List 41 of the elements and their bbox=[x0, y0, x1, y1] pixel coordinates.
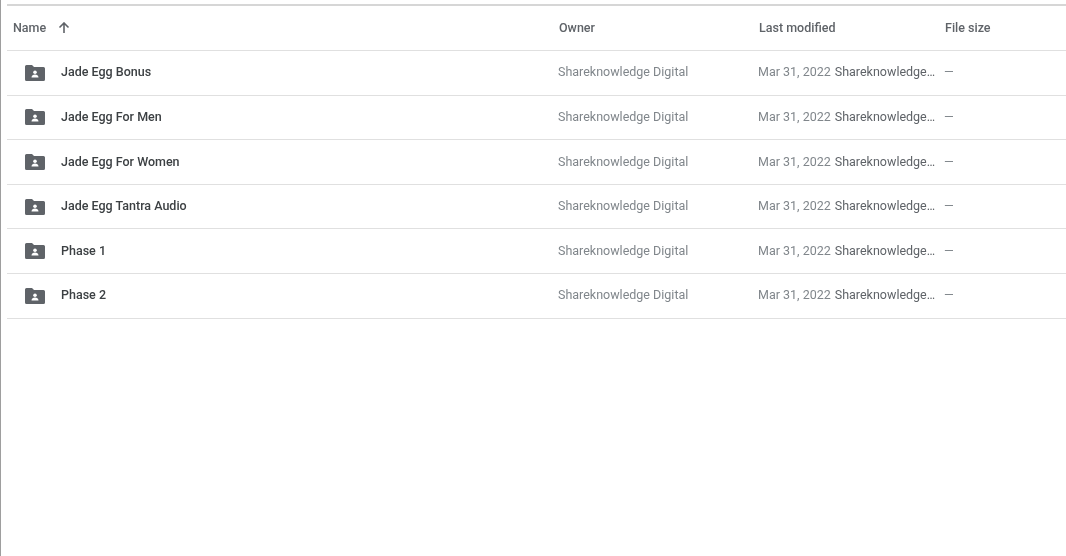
modified-by: Shareknowledge… bbox=[834, 241, 936, 260]
modified-date: Mar 31, 2022 bbox=[758, 241, 831, 260]
owner-name: Shareknowledge Digital bbox=[558, 287, 689, 303]
shared-folder-icon bbox=[25, 154, 45, 170]
column-header[interactable]: Owner bbox=[559, 18, 595, 38]
modified-by: Shareknowledge… bbox=[834, 286, 936, 305]
modified-date: Mar 31, 2022 bbox=[758, 197, 831, 216]
file-size: — bbox=[944, 242, 954, 258]
column-header[interactable]: Name bbox=[13, 18, 47, 38]
file-name[interactable]: Phase 1 bbox=[61, 241, 106, 261]
file-size: — bbox=[944, 64, 954, 80]
owner-name: Shareknowledge Digital bbox=[558, 242, 689, 258]
column-header[interactable]: Last modified bbox=[759, 18, 836, 38]
file-size: — bbox=[944, 153, 954, 169]
modified-by: Shareknowledge… bbox=[834, 63, 936, 82]
owner-name: Shareknowledge Digital bbox=[558, 109, 689, 124]
file-size: — bbox=[944, 287, 954, 303]
shared-folder-icon bbox=[25, 109, 45, 126]
shared-folder-icon bbox=[25, 287, 45, 304]
file-size: — bbox=[944, 109, 954, 124]
column-header[interactable]: File size bbox=[945, 18, 991, 38]
file-name[interactable]: Jade Egg For Men bbox=[61, 108, 162, 127]
modified-by: Shareknowledge… bbox=[834, 197, 936, 216]
modified-date: Mar 31, 2022 bbox=[758, 108, 831, 126]
modified-date: Mar 31, 2022 bbox=[758, 286, 831, 305]
shared-folder-icon bbox=[25, 243, 45, 260]
file-size: — bbox=[944, 198, 954, 214]
modified-date: Mar 31, 2022 bbox=[758, 152, 831, 171]
modified-date: Mar 31, 2022 bbox=[758, 63, 831, 82]
owner-name: Shareknowledge Digital bbox=[558, 153, 689, 169]
shared-folder-icon bbox=[25, 198, 45, 215]
sort-arrow-icon[interactable] bbox=[58, 22, 71, 34]
file-name[interactable]: Jade Egg Tantra Audio bbox=[61, 197, 187, 216]
file-name[interactable]: Jade Egg Bonus bbox=[61, 63, 152, 83]
file-name[interactable]: Phase 2 bbox=[61, 286, 106, 306]
file-name[interactable]: Jade Egg For Women bbox=[61, 152, 180, 172]
shared-folder-icon bbox=[25, 64, 45, 81]
owner-name: Shareknowledge Digital bbox=[558, 64, 689, 80]
modified-by: Shareknowledge… bbox=[834, 108, 936, 126]
owner-name: Shareknowledge Digital bbox=[558, 198, 689, 214]
modified-by: Shareknowledge… bbox=[834, 152, 936, 171]
